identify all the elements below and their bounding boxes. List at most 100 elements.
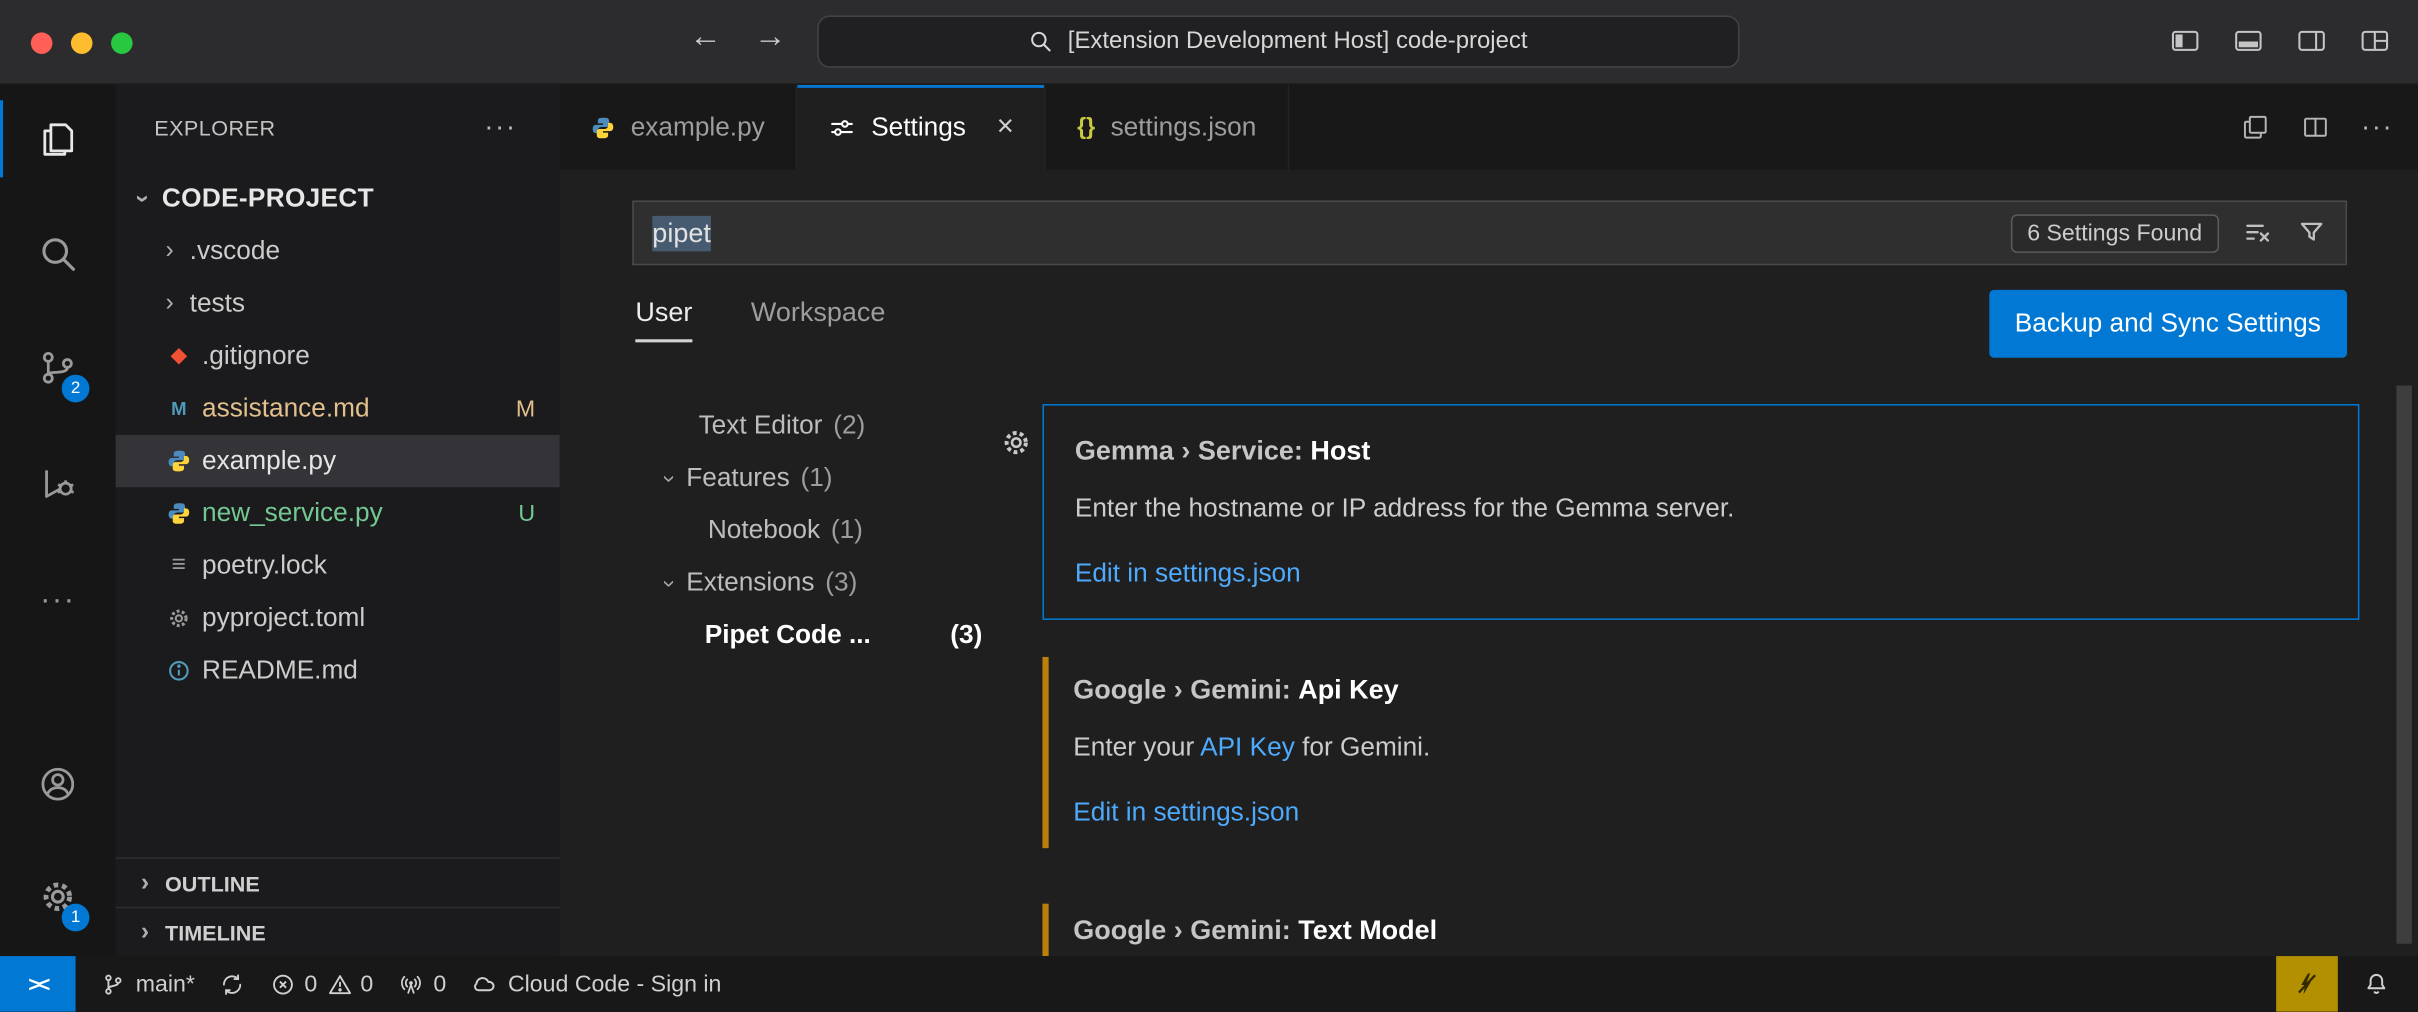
description-text: Enter your <box>1073 732 1200 761</box>
search-activity-icon[interactable] <box>0 214 116 291</box>
open-changes-icon[interactable] <box>2241 113 2270 142</box>
sync-changes-item[interactable] <box>220 971 246 997</box>
error-icon <box>270 971 296 997</box>
tree-item-poetry-lock[interactable]: ≡ poetry.lock <box>116 540 560 592</box>
settings-toc: Text Editor (2) › Features (1) Notebook … <box>560 399 983 661</box>
explorer-title: EXPLORER <box>154 115 275 140</box>
tree-item-new-service-py[interactable]: new_service.py U <box>116 487 560 539</box>
lock-file-icon: ≡ <box>162 552 196 580</box>
tree-item-tests[interactable]: › tests <box>116 278 560 330</box>
tree-item-example-py[interactable]: example.py <box>116 435 560 487</box>
chevron-down-icon: › <box>656 461 682 495</box>
tab-settings-json[interactable]: {} settings.json <box>1046 85 1288 170</box>
problems-item[interactable]: 0 0 <box>270 971 373 997</box>
edit-in-settings-json-link[interactable]: Edit in settings.json <box>1073 790 1299 836</box>
customize-layout-icon[interactable] <box>2359 28 2390 54</box>
folder-name: CODE-PROJECT <box>162 184 374 215</box>
remote-indicator[interactable]: >< <box>0 956 76 1012</box>
api-key-link[interactable]: API Key <box>1200 732 1295 761</box>
description-text: for Gemini. <box>1295 732 1430 761</box>
python-icon <box>591 115 616 140</box>
backup-sync-button[interactable]: Backup and Sync Settings <box>1989 290 2347 358</box>
source-control-activity-icon[interactable]: 2 <box>0 328 116 405</box>
back-arrow-icon[interactable]: ← <box>689 19 721 56</box>
setting-google-gemini-text-model[interactable]: Google › Gemini: Text Model <box>1042 891 2359 956</box>
file-name: .gitignore <box>202 341 310 372</box>
setting-description: Enter the hostname or IP address for the… <box>1075 486 2327 532</box>
cloud-code-item[interactable]: Cloud Code - Sign in <box>471 970 721 998</box>
vscode-window: ← → [Extension Development Host] code-pr… <box>0 0 2418 1012</box>
toggle-panel-icon[interactable] <box>2233 28 2264 54</box>
split-editor-icon[interactable] <box>2301 113 2330 142</box>
scope-tab-workspace[interactable]: Workspace <box>751 296 886 342</box>
toggle-sidebar-icon[interactable] <box>2170 28 2201 54</box>
file-name: poetry.lock <box>202 551 327 582</box>
more-actions-icon[interactable]: ··· <box>2361 111 2393 143</box>
editor-actions: ··· <box>2241 85 2394 170</box>
extension-host-profile-item[interactable] <box>2276 956 2338 1012</box>
forward-arrow-icon[interactable]: → <box>754 19 786 56</box>
scope-tab-user[interactable]: User <box>635 296 692 342</box>
git-branch-icon <box>100 971 126 997</box>
search-text-selection: pipet <box>652 215 711 250</box>
toc-extensions[interactable]: › Extensions (3) <box>560 557 983 609</box>
clear-filters-icon[interactable] <box>2242 217 2273 248</box>
tree-item-gitignore[interactable]: .gitignore <box>116 330 560 382</box>
editor-scrollbar[interactable] <box>2396 386 2411 944</box>
explorer-more-actions-icon[interactable]: ··· <box>484 111 516 143</box>
zoom-window-button[interactable] <box>111 32 133 54</box>
settings-search-input[interactable]: pipet 6 Settings Found <box>632 200 2347 265</box>
setting-google-gemini-api-key[interactable]: Google › Gemini: Api Key Enter your API … <box>1042 645 2359 861</box>
setting-title: Google › Gemini: Api Key <box>1073 666 2328 712</box>
ports-item[interactable]: 0 <box>398 971 446 997</box>
explorer-activity-icon[interactable] <box>0 100 116 177</box>
ports-count: 0 <box>433 971 446 997</box>
toggle-secondary-sidebar-icon[interactable] <box>2296 28 2327 54</box>
toc-label: Text Editor <box>699 410 823 441</box>
tab-settings[interactable]: Settings × <box>797 85 1046 170</box>
toc-count: (2) <box>833 410 865 441</box>
setting-description: Enter your API Key for Gemini. <box>1073 725 2328 771</box>
toc-text-editor[interactable]: Text Editor (2) <box>560 399 983 451</box>
warning-count: 0 <box>360 971 373 997</box>
more-views-icon[interactable]: ··· <box>0 561 116 638</box>
edit-in-settings-json-link[interactable]: Edit in settings.json <box>1075 551 1301 597</box>
tree-item-readme-md[interactable]: README.md <box>116 645 560 697</box>
folder-name: tests <box>190 288 245 319</box>
search-icon <box>1029 29 1054 54</box>
setting-gemma-service-host[interactable]: Gemma › Service: Host Enter the hostname… <box>1042 404 2359 620</box>
pane-title: OUTLINE <box>165 871 260 896</box>
filter-funnel-icon[interactable] <box>2296 217 2327 248</box>
setting-name: Host <box>1310 435 1370 466</box>
tree-item-pyproject-toml[interactable]: pyproject.toml <box>116 592 560 644</box>
tab-example-py[interactable]: example.py <box>560 85 797 170</box>
git-untracked-badge: U <box>518 500 535 526</box>
tree-item-vscode[interactable]: › .vscode <box>116 225 560 277</box>
timeline-pane-header[interactable]: › TIMELINE <box>116 907 560 956</box>
python-icon <box>162 501 196 526</box>
pane-title: TIMELINE <box>165 920 266 945</box>
close-window-button[interactable] <box>31 32 53 54</box>
cloud-code-label: Cloud Code - Sign in <box>508 971 721 997</box>
tree-item-assistance-md[interactable]: M assistance.md M <box>116 382 560 434</box>
minimize-window-button[interactable] <box>71 32 93 54</box>
error-count: 0 <box>304 971 317 997</box>
accounts-icon[interactable] <box>0 745 116 822</box>
tab-label: example.py <box>631 112 765 143</box>
close-tab-icon[interactable]: × <box>997 110 1014 144</box>
notifications-bell-icon[interactable] <box>2362 970 2390 998</box>
settings-gear-icon[interactable]: 1 <box>0 857 116 934</box>
tree-root-folder[interactable]: › CODE-PROJECT <box>116 173 560 225</box>
git-branch-item[interactable]: main* <box>100 971 195 997</box>
chevron-right-icon: › <box>131 918 159 946</box>
setting-manage-gear-icon[interactable] <box>999 426 1033 460</box>
command-center-search[interactable]: [Extension Development Host] code-projec… <box>817 15 1739 67</box>
toc-label: Pipet Code ... <box>705 620 871 651</box>
outline-pane-header[interactable]: › OUTLINE <box>116 857 560 906</box>
run-debug-activity-icon[interactable] <box>0 444 116 521</box>
git-modified-badge: M <box>516 396 535 422</box>
activity-bar: 2 ··· 1 <box>0 85 116 956</box>
toc-notebook[interactable]: Notebook (1) <box>560 504 983 556</box>
toc-pipet-code[interactable]: Pipet Code ... (3) <box>560 609 983 661</box>
toc-features[interactable]: › Features (1) <box>560 452 983 504</box>
